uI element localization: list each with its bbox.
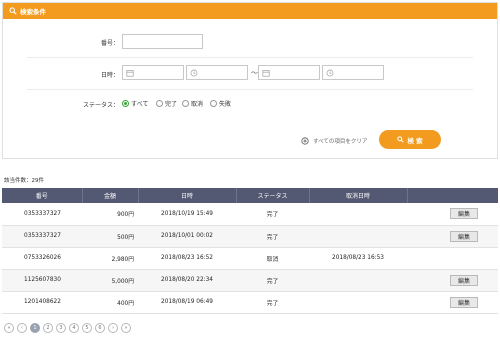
start-date-input[interactable] [122,65,184,80]
status-option-label: 取消 [191,101,204,108]
status-option-label: 失敗 [219,101,232,108]
cell-cancel-datetime [309,269,407,292]
cell-number: 0353337327 [2,203,82,226]
cell-amount: 500円 [82,225,138,248]
cell-action [407,247,498,270]
cell-amount: 2,980円 [82,247,138,270]
header-action [407,188,498,203]
search-panel-title: 検索条件 [20,8,46,16]
search-icon [397,136,405,143]
plus-circle-icon [301,137,309,145]
cell-datetime: 2018/08/20 22:34 [138,269,236,292]
page-prev-button[interactable]: ‹ [17,323,27,333]
pagination: « ‹ 1 2 3 4 5 6 › » [4,323,134,333]
end-time-input[interactable] [322,65,384,80]
status-label: ステータス： [82,102,119,109]
clear-all-label: すべての項目をクリア [313,139,368,145]
clock-icon [326,69,334,77]
page-button-1[interactable]: 1 [30,323,40,333]
cell-action: 編集 [407,269,498,292]
status-option-label: すべて [131,101,149,108]
radio-circle [156,100,163,107]
cell-action: 編集 [407,225,498,248]
status-radio-failed[interactable]: 失敗 [210,99,231,108]
cell-amount: 400円 [82,291,138,314]
cell-action: 編集 [407,291,498,314]
radio-circle [182,100,189,107]
number-label: 番号： [100,40,119,47]
edit-button[interactable]: 編集 [450,274,478,286]
edit-button[interactable]: 編集 [450,296,478,308]
end-date-input[interactable] [258,65,320,80]
divider [27,57,473,58]
header-status: ステータス [236,188,310,203]
calendar-icon [262,70,270,77]
header-number: 番号 [2,188,83,203]
cell-cancel-datetime [309,203,407,226]
page-first-button[interactable]: « [4,323,14,333]
page-button-2[interactable]: 2 [43,323,53,333]
result-count: 該当件数：29件 [4,178,44,184]
datetime-label: 日時： [100,72,119,79]
table-row: 1125607830 5,000円 2018/08/20 22:34 完了 編集 [2,269,498,292]
cell-status: 完了 [236,291,309,314]
cell-number: 1201408622 [2,291,82,314]
radio-circle [210,100,217,107]
table-row: 0353337327 900円 2018/10/19 15:49 完了 編集 [2,203,498,226]
cell-number: 0353337327 [2,225,82,248]
status-radio-cancel[interactable]: 取消 [182,99,203,108]
clock-icon [190,69,198,77]
range-separator: 〜 [251,69,258,77]
page-button-6[interactable]: 6 [95,323,105,333]
cell-datetime: 2018/10/01 00:02 [138,225,236,248]
edit-button[interactable]: 編集 [450,230,478,242]
start-time-input[interactable] [186,65,248,80]
status-radio-all[interactable]: すべて [122,99,148,108]
number-input[interactable] [122,34,203,49]
search-button[interactable]: 検 索 [379,130,441,149]
cell-cancel-datetime: 2018/08/23 16:53 [309,247,407,270]
table-header-row: 番号 金額 日時 ステータス 取消日時 [2,188,498,203]
cell-datetime: 2018/08/23 16:52 [138,247,236,270]
cell-number: 0753326026 [2,247,82,270]
search-button-label: 検 索 [407,136,423,145]
table-row: 0753326026 2,980円 2018/08/23 16:52 取消 20… [2,247,498,270]
cell-status: 完了 [236,203,309,226]
cell-amount: 5,000円 [82,269,138,292]
search-panel-header: 検索条件 [3,3,497,19]
clear-all-link[interactable]: すべての項目をクリア [301,137,367,145]
status-radio-complete[interactable]: 完了 [156,99,177,108]
cell-status: 完了 [236,225,309,248]
search-icon [9,7,17,15]
table-row: 0353337327 500円 2018/10/01 00:02 完了 編集 [2,225,498,248]
cell-status: 取消 [236,247,309,270]
search-panel: 検索条件 番号： 日時： 〜 ステータス： すべて 完了 取消 失敗 すべての項… [2,2,498,159]
cell-action: 編集 [407,203,498,226]
cell-status: 完了 [236,269,309,292]
page-button-3[interactable]: 3 [56,323,66,333]
page-button-5[interactable]: 5 [82,323,92,333]
cell-datetime: 2018/10/19 15:49 [138,203,236,226]
header-amount: 金額 [82,188,139,203]
radio-circle [122,100,129,107]
page-next-button[interactable]: › [108,323,118,333]
table-row: 1201408622 400円 2018/08/19 06:49 完了 編集 [2,291,498,314]
header-cancel-datetime: 取消日時 [309,188,408,203]
edit-button[interactable]: 編集 [450,208,478,220]
divider [27,89,473,90]
page-last-button[interactable]: » [121,323,131,333]
cell-amount: 900円 [82,203,138,226]
cell-datetime: 2018/08/19 06:49 [138,291,236,314]
cell-cancel-datetime [309,225,407,248]
page-button-4[interactable]: 4 [69,323,79,333]
results-table: 番号 金額 日時 ステータス 取消日時 0353337327 900円 2018… [2,188,498,314]
calendar-icon [126,70,134,77]
cell-number: 1125607830 [2,269,82,292]
cell-cancel-datetime [309,291,407,314]
header-datetime: 日時 [138,188,237,203]
status-option-label: 完了 [165,101,178,108]
